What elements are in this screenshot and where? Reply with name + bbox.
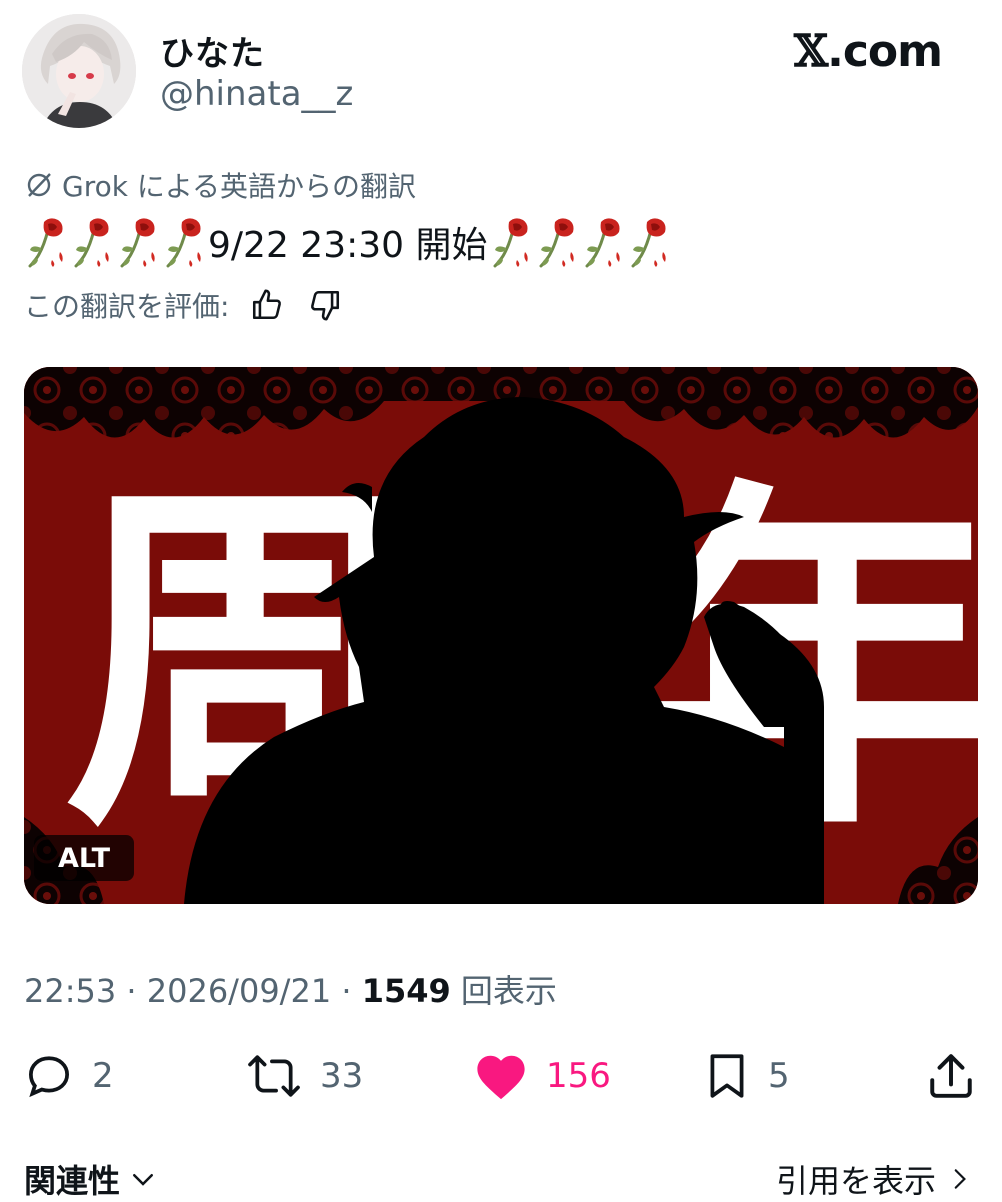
bookmark-icon <box>710 1054 744 1098</box>
chevron-right-icon <box>954 1169 966 1189</box>
rose-emoji <box>539 218 575 268</box>
translation-label[interactable]: Grok による英語からの翻訳 <box>24 165 416 205</box>
tweet-date[interactable]: 2026/09/21 <box>147 972 331 1010</box>
like-button[interactable]: 156 <box>474 1050 611 1102</box>
reply-icon <box>28 1056 70 1098</box>
share-icon <box>930 1054 972 1098</box>
handle[interactable]: @hinata__z <box>160 74 353 114</box>
brand-logo: 𝕏.com <box>793 26 943 77</box>
avatar-image <box>22 14 136 128</box>
view-label: 回表示 <box>460 972 557 1010</box>
repost-count: 33 <box>320 1056 364 1096</box>
chevron-down-icon <box>133 1174 154 1186</box>
reply-count: 2 <box>92 1056 114 1096</box>
rose-emoji <box>74 218 109 268</box>
tweet-time[interactable]: 22:53 <box>24 972 116 1010</box>
repost-icon <box>248 1055 300 1097</box>
view-count: 1549 <box>361 972 451 1010</box>
view-quotes-link[interactable]: 引用を表示 <box>776 1156 972 1202</box>
reply-button[interactable]: 2 <box>24 1050 114 1102</box>
tweet-meta: 22:53 · 2026/09/21 · 1549 回表示 <box>24 972 557 1010</box>
rose-group-left <box>24 216 208 268</box>
rose-emoji <box>631 218 667 268</box>
repost-button[interactable]: 33 <box>246 1050 363 1102</box>
rose-emoji <box>585 218 621 268</box>
bookmark-button[interactable]: 5 <box>704 1050 790 1102</box>
thumbs-down-icon[interactable] <box>305 285 345 325</box>
media-image[interactable]: 周 年 ALT <box>24 367 978 904</box>
rose-group-right <box>489 216 673 268</box>
rose-emoji <box>493 218 529 268</box>
heart-icon <box>477 1055 525 1100</box>
relevance-sort[interactable]: 関連性 <box>24 1156 158 1202</box>
avatar[interactable] <box>22 14 136 128</box>
thumbs-up-icon[interactable] <box>247 285 287 325</box>
tweet-text: 9/22 23:30 開始 <box>24 214 673 270</box>
tweet-text-content: 9/22 23:30 開始 <box>208 225 488 266</box>
rate-translation: この翻訳を評価: <box>24 285 345 325</box>
grok-icon <box>27 173 51 197</box>
display-name[interactable]: ひなた <box>160 26 265 75</box>
rose-emoji <box>120 218 155 268</box>
media-artwork: 周 年 <box>24 367 978 904</box>
alt-badge[interactable]: ALT <box>34 835 134 881</box>
like-count: 156 <box>546 1056 611 1096</box>
share-button[interactable] <box>928 1050 974 1102</box>
rose-emoji <box>166 218 201 268</box>
bookmark-count: 5 <box>768 1056 790 1096</box>
rose-emoji <box>28 218 63 268</box>
